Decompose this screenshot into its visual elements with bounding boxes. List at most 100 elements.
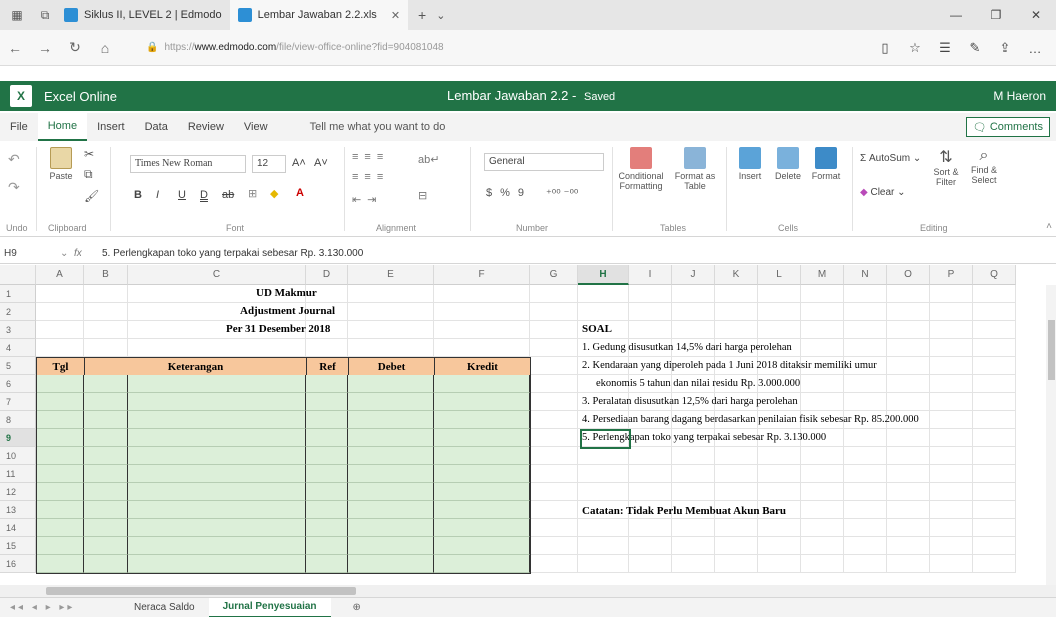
grid-cell[interactable]	[758, 303, 801, 321]
column-header[interactable]: L	[758, 265, 801, 285]
grid-cell[interactable]	[629, 321, 672, 339]
journal-cell[interactable]	[84, 411, 128, 429]
set-aside-tabs-icon[interactable]: ⧉	[34, 4, 56, 26]
grid-cell[interactable]	[844, 537, 887, 555]
grid-cell[interactable]	[530, 303, 578, 321]
tab-list-icon[interactable]: ▦	[6, 4, 28, 26]
minimize-icon[interactable]: —	[936, 0, 976, 30]
grid-cell[interactable]	[801, 339, 844, 357]
underline-icon[interactable]: U	[178, 189, 186, 201]
grid-cell[interactable]	[84, 339, 128, 357]
forward-icon[interactable]: →	[30, 33, 60, 63]
grid-cell[interactable]	[434, 321, 530, 339]
tab-review[interactable]: Review	[178, 113, 234, 141]
journal-cell[interactable]	[306, 447, 348, 465]
grid-cell[interactable]	[578, 555, 629, 573]
grid-cell[interactable]	[887, 285, 930, 303]
journal-cell[interactable]	[434, 537, 530, 555]
journal-cell[interactable]	[84, 447, 128, 465]
journal-cell[interactable]	[36, 465, 84, 483]
journal-cell[interactable]	[36, 555, 84, 573]
grid-cell[interactable]	[844, 519, 887, 537]
column-header[interactable]: I	[629, 265, 672, 285]
grid-cell[interactable]	[930, 537, 973, 555]
grow-font-icon[interactable]: A˄	[292, 157, 306, 169]
spreadsheet-grid[interactable]: ABCDEFGHIJKLMNOPQ 1 2 3 4 5 6 7 8 9 10 11 12 13 14 15 1…	[0, 265, 1056, 585]
grid-cell[interactable]	[973, 321, 1016, 339]
grid-cell[interactable]	[887, 357, 930, 375]
row-header[interactable]: 5	[0, 357, 36, 375]
grid-cell[interactable]	[530, 411, 578, 429]
tab-view[interactable]: View	[234, 113, 278, 141]
grid-cell[interactable]	[930, 303, 973, 321]
row-header[interactable]: 13	[0, 501, 36, 519]
grid-cell[interactable]	[887, 537, 930, 555]
shrink-font-icon[interactable]: A˅	[314, 157, 328, 169]
grid-cell[interactable]	[530, 519, 578, 537]
grid-cell[interactable]	[530, 447, 578, 465]
grid-cell[interactable]	[801, 519, 844, 537]
grid-cell[interactable]	[84, 303, 128, 321]
new-tab-icon[interactable]: +	[418, 7, 426, 23]
row-header[interactable]: 2	[0, 303, 36, 321]
insert-cells-button[interactable]: Insert	[732, 147, 768, 181]
grid-cell[interactable]	[348, 303, 434, 321]
grid-cell[interactable]	[434, 339, 530, 357]
journal-cell[interactable]	[128, 501, 306, 519]
grid-cell[interactable]	[84, 321, 128, 339]
journal-cell[interactable]	[84, 393, 128, 411]
row-header[interactable]: 7	[0, 393, 36, 411]
grid-cell[interactable]	[530, 501, 578, 519]
wrap-text-icon[interactable]: ab↵	[418, 153, 439, 166]
grid-cell[interactable]	[844, 321, 887, 339]
tell-me-input[interactable]: Tell me what you want to do	[300, 113, 456, 141]
grid-cell[interactable]	[672, 285, 715, 303]
grid-cell[interactable]	[715, 321, 758, 339]
autosum-button[interactable]: Σ AutoSum ⌄	[860, 153, 921, 164]
grid-cell[interactable]	[930, 321, 973, 339]
grid-cell[interactable]	[758, 285, 801, 303]
journal-cell[interactable]	[84, 519, 128, 537]
grid-cell[interactable]	[348, 339, 434, 357]
grid-cell[interactable]	[348, 285, 434, 303]
grid-cell[interactable]	[801, 483, 844, 501]
grid-cell[interactable]	[530, 375, 578, 393]
grid-cell[interactable]	[930, 429, 973, 447]
journal-cell[interactable]	[84, 501, 128, 519]
formula-input[interactable]: 5. Perlengkapan toko yang terpakai sebes…	[102, 248, 363, 259]
journal-cell[interactable]	[84, 537, 128, 555]
row-header[interactable]: 11	[0, 465, 36, 483]
grid-cell[interactable]	[844, 429, 887, 447]
tab-insert[interactable]: Insert	[87, 113, 135, 141]
column-header[interactable]: B	[84, 265, 128, 285]
grid-cell[interactable]	[973, 285, 1016, 303]
grid-cell[interactable]	[930, 375, 973, 393]
grid-cell[interactable]	[530, 321, 578, 339]
row-header[interactable]: 3	[0, 321, 36, 339]
grid-cell[interactable]	[578, 285, 629, 303]
comments-button[interactable]: 🗨 Comments	[965, 117, 1050, 137]
row-header[interactable]: 6	[0, 375, 36, 393]
journal-cell[interactable]	[434, 501, 530, 519]
close-window-icon[interactable]: ✕	[1016, 0, 1056, 30]
grid-cell[interactable]	[930, 357, 973, 375]
favorites-hub-icon[interactable]: ☰	[930, 33, 960, 63]
grid-cell[interactable]	[715, 519, 758, 537]
row-header[interactable]: 1	[0, 285, 36, 303]
journal-header-keterangan[interactable]: Keterangan	[84, 357, 307, 376]
grid-cell[interactable]	[887, 393, 930, 411]
grid-cell[interactable]	[973, 303, 1016, 321]
journal-cell[interactable]	[36, 375, 84, 393]
grid-cell[interactable]	[530, 393, 578, 411]
grid-cell[interactable]	[672, 447, 715, 465]
grid-cell[interactable]	[530, 483, 578, 501]
journal-cell[interactable]	[348, 375, 434, 393]
grid-cell[interactable]	[801, 321, 844, 339]
grid-cell[interactable]	[930, 393, 973, 411]
pen-icon[interactable]: ✎	[960, 33, 990, 63]
grid-cell[interactable]	[530, 339, 578, 357]
grid-cell[interactable]	[578, 465, 629, 483]
double-underline-icon[interactable]: D	[200, 189, 208, 201]
undo-icon[interactable]: ↶	[8, 151, 20, 168]
grid-cell[interactable]	[434, 285, 530, 303]
